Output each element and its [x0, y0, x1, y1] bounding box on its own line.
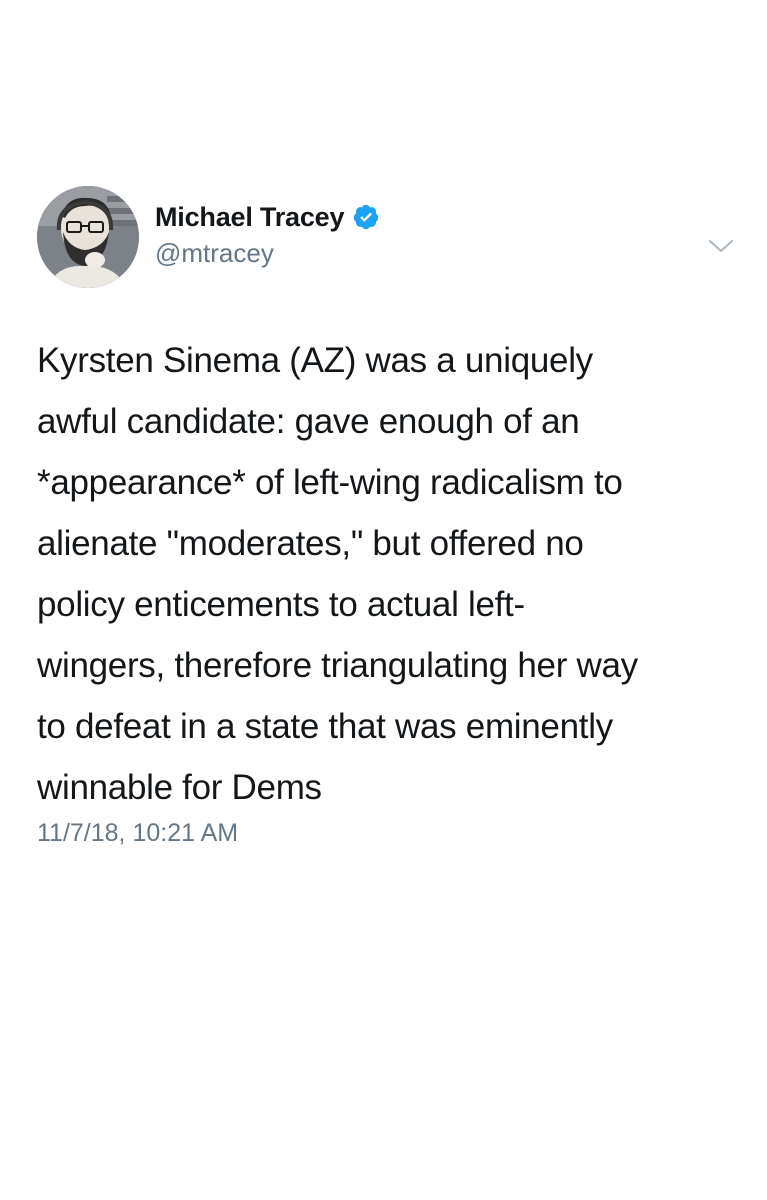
name-row: Michael Tracey — [155, 198, 380, 236]
handle[interactable]: @mtracey — [155, 238, 380, 269]
verified-badge-icon — [354, 204, 379, 230]
chevron-down-icon[interactable] — [706, 236, 736, 256]
timestamp[interactable]: 11/7/18, 10:21 AM — [37, 819, 238, 848]
tweet-card: Michael Tracey @mtracey Kyrsten Sinema (… — [0, 0, 767, 1200]
author-info[interactable]: Michael Tracey @mtracey — [155, 198, 380, 269]
display-name[interactable]: Michael Tracey — [155, 202, 345, 233]
avatar[interactable] — [37, 186, 139, 288]
tweet-text: Kyrsten Sinema (AZ) was a uniquely awful… — [37, 341, 638, 807]
avatar-image — [37, 186, 139, 288]
